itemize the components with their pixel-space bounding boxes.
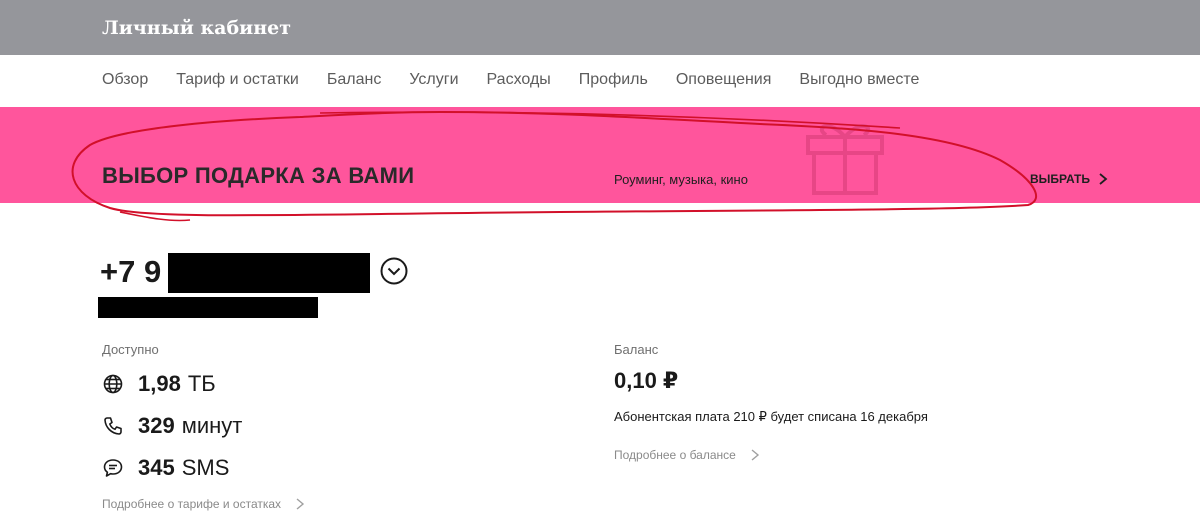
- gift-icon: [806, 124, 884, 195]
- balance-details-label: Подробнее о балансе: [614, 448, 736, 462]
- internet-unit: ТБ: [187, 371, 216, 396]
- nav-item-overview[interactable]: Обзор: [102, 71, 148, 89]
- balance-label: Баланс: [614, 342, 659, 357]
- main-nav: Обзор Тариф и остатки Баланс Услуги Расх…: [0, 55, 1200, 107]
- banner-headline: ВЫБОР ПОДАРКА ЗА ВАМИ: [102, 163, 415, 188]
- banner-subtitle: Роуминг, музыка, кино: [614, 172, 748, 187]
- redacted-block: [168, 253, 370, 293]
- globe-icon: [103, 374, 123, 394]
- header-bar: Личный кабинет: [0, 0, 1200, 55]
- message-icon: [103, 459, 123, 477]
- internet-remaining: 1,98 ТБ: [102, 371, 216, 397]
- available-label: Доступно: [102, 342, 159, 357]
- chevron-right-icon: [751, 449, 759, 461]
- phone-number: +7 9: [100, 254, 162, 289]
- account-switch-icon[interactable]: [379, 256, 409, 286]
- page-title[interactable]: Личный кабинет: [102, 17, 291, 39]
- sms-remaining: 345 SMS: [102, 455, 229, 481]
- nav-item-expenses[interactable]: Расходы: [487, 71, 551, 89]
- sms-value: 345: [138, 455, 175, 480]
- redacted-block: [98, 297, 318, 318]
- minutes-unit: минут: [181, 413, 243, 438]
- nav-item-together[interactable]: Выгодно вместе: [799, 71, 919, 89]
- balance-details-link[interactable]: Подробнее о балансе: [614, 448, 762, 462]
- nav-item-notifications[interactable]: Оповещения: [676, 71, 772, 89]
- minutes-value: 329: [138, 413, 175, 438]
- chevron-right-icon: [1099, 173, 1108, 185]
- internet-value: 1,98: [138, 371, 181, 396]
- nav-item-tariff[interactable]: Тариф и остатки: [176, 71, 299, 89]
- nav-item-balance[interactable]: Баланс: [327, 71, 381, 89]
- choose-gift-button[interactable]: ВЫБРАТЬ: [1030, 172, 1110, 186]
- balance-value: 0,10 ₽: [614, 368, 679, 393]
- choose-gift-label: ВЫБРАТЬ: [1030, 172, 1091, 186]
- nav-item-services[interactable]: Услуги: [409, 71, 458, 89]
- nav-item-profile[interactable]: Профиль: [579, 71, 648, 89]
- phone-icon: [104, 417, 122, 435]
- minutes-remaining: 329 минут: [102, 413, 242, 439]
- sms-unit: SMS: [181, 455, 230, 480]
- subscription-fee-text: Абонентская плата 210 ₽ будет списана 16…: [614, 409, 928, 424]
